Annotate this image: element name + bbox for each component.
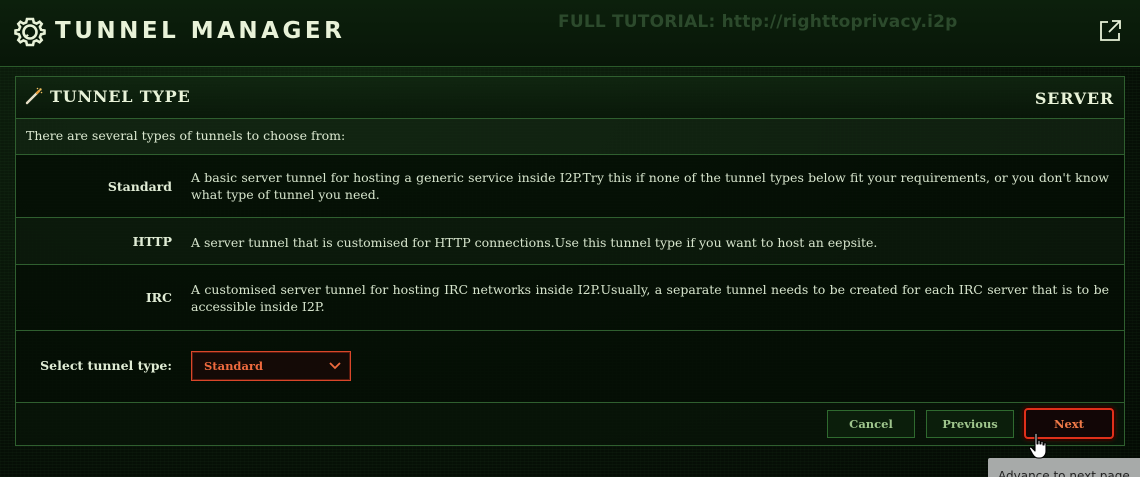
panel-title: TUNNEL TYPE xyxy=(50,87,191,106)
wizard-footer: Cancel Previous Next xyxy=(16,403,1124,445)
external-link-icon[interactable] xyxy=(1097,18,1123,44)
app-title: TUNNEL MANAGER xyxy=(55,18,346,44)
chevron-down-icon xyxy=(329,362,341,370)
select-row: Select tunnel type: Standard xyxy=(16,331,1124,403)
type-label-standard: Standard xyxy=(107,179,172,194)
next-tooltip: Advance to next page xyxy=(988,458,1140,477)
cancel-button[interactable]: Cancel xyxy=(827,410,915,438)
tooltip-text: Advance to next page xyxy=(998,469,1130,477)
tutorial-watermark: FULL TUTORIAL: http://righttoprivacy.i2p xyxy=(558,12,958,32)
type-label-irc: IRC xyxy=(145,290,172,305)
type-label-http: HTTP xyxy=(132,234,172,249)
tunnel-mode-label: SERVER xyxy=(1034,89,1114,108)
hand-pointer-icon xyxy=(1028,432,1047,459)
gear-chat-icon xyxy=(14,17,46,47)
intro-row: There are several types of tunnels to ch… xyxy=(16,119,1124,155)
app-header: TUNNEL MANAGER FULL TUTORIAL: http://rig… xyxy=(0,0,1140,67)
type-row-irc: IRC A customised server tunnel for hosti… xyxy=(16,265,1124,331)
type-row-standard: Standard A basic server tunnel for hosti… xyxy=(16,155,1124,218)
previous-button[interactable]: Previous xyxy=(926,410,1014,438)
type-row-http: HTTP A server tunnel that is customised … xyxy=(16,218,1124,265)
intro-text: There are several types of tunnels to ch… xyxy=(26,128,346,143)
wand-icon xyxy=(25,87,43,105)
type-description-irc: A customised server tunnel for hosting I… xyxy=(191,282,1109,314)
type-description-standard: A basic server tunnel for hosting a gene… xyxy=(191,170,1109,202)
select-tunnel-type-label: Select tunnel type: xyxy=(40,358,172,373)
tunnel-type-select-value: Standard xyxy=(204,359,264,373)
type-description-http: A server tunnel that is customised for H… xyxy=(191,235,878,250)
panel-header: TUNNEL TYPE SERVER xyxy=(16,77,1124,119)
tunnel-type-panel: TUNNEL TYPE SERVER There are several typ… xyxy=(15,76,1125,446)
tunnel-type-select[interactable]: Standard xyxy=(191,351,351,381)
